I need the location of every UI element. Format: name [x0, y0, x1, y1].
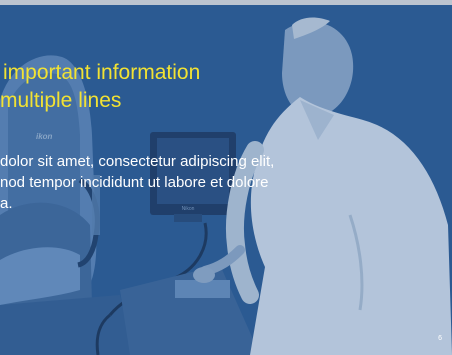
- slide-body-line-2: nod tempor incididunt ut labore et dolor…: [0, 174, 269, 191]
- slide-title-line-1: important information: [3, 61, 201, 84]
- slide-body-text: dolor sit amet, consectetur adipiscing e…: [0, 151, 420, 214]
- slide-title: important information multiple lines: [0, 59, 290, 115]
- slide-body-line-1: dolor sit amet, consectetur adipiscing e…: [0, 153, 275, 170]
- slide-title-line-2: multiple lines: [0, 89, 122, 112]
- slide: ikon Nikon important information multipl…: [0, 0, 452, 355]
- slide-body-line-3: a.: [0, 195, 13, 212]
- page-number: 6: [438, 335, 442, 342]
- device-logo-text: ikon: [36, 132, 53, 141]
